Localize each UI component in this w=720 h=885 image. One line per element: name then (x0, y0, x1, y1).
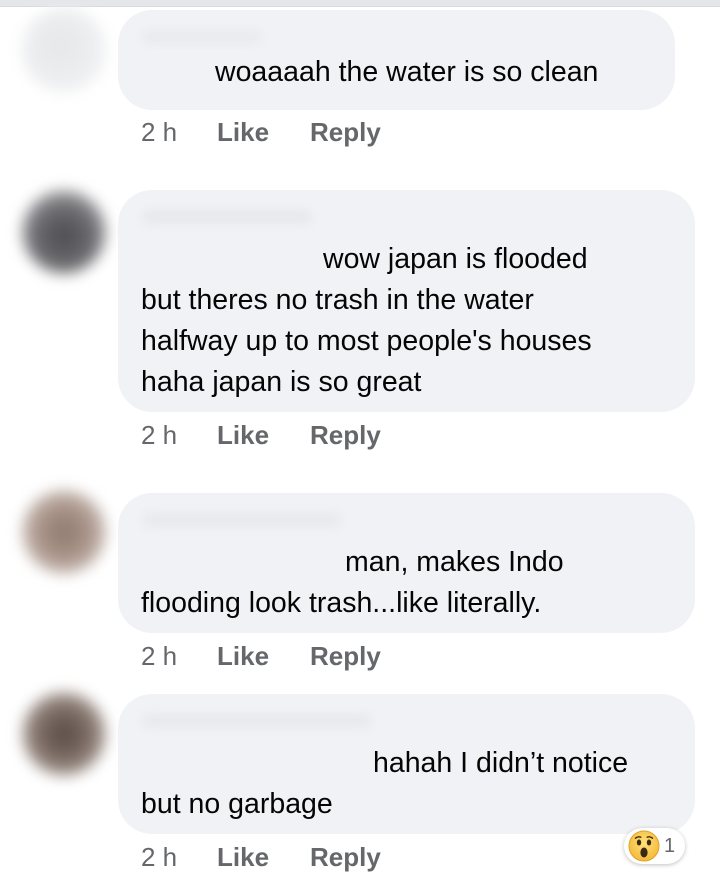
like-button[interactable]: Like (217, 117, 269, 148)
like-button[interactable]: Like (217, 420, 269, 451)
avatar[interactable] (22, 190, 106, 274)
reply-button[interactable]: Reply (310, 117, 381, 148)
comment-timestamp[interactable]: 2 h (141, 842, 177, 873)
comment-timestamp[interactable]: 2 h (141, 420, 177, 451)
comment-text-line: but no garbage (141, 788, 333, 820)
reply-button[interactable]: Reply (310, 842, 381, 873)
comment-timestamp[interactable]: 2 h (141, 641, 177, 672)
avatar[interactable] (22, 490, 106, 574)
like-button[interactable]: Like (217, 842, 269, 873)
reaction-count: 1 (664, 834, 676, 857)
wow-emoji-icon (628, 830, 660, 862)
comment-timestamp[interactable]: 2 h (141, 117, 177, 148)
comment-text-line: wow japan is flooded (323, 243, 588, 275)
commenter-name[interactable] (142, 714, 372, 728)
avatar[interactable] (22, 8, 106, 92)
reply-button[interactable]: Reply (310, 641, 381, 672)
comment-bubble: wow japan is flooded but theres no trash… (118, 190, 695, 412)
comment-text-line: hahah I didn’t notice (373, 747, 629, 779)
comment-bubble: man, makes Indo flooding look trash...li… (118, 493, 695, 633)
top-divider (0, 0, 720, 7)
comment-text-line: but theres no trash in the water (141, 284, 534, 316)
avatar[interactable] (22, 692, 106, 776)
commenter-name[interactable] (142, 210, 312, 224)
like-button[interactable]: Like (217, 641, 269, 672)
comment-bubble: hahah I didn’t notice but no garbage (118, 694, 695, 834)
reaction-summary[interactable]: 1 (624, 828, 686, 864)
comment-text-line: haha japan is so great (141, 366, 422, 398)
commenter-name[interactable] (142, 513, 342, 527)
comment-text-line: man, makes Indo (345, 546, 564, 578)
comment-text-line: flooding look trash...like literally. (141, 587, 542, 619)
comment-text-line: woaaaah the water is so clean (215, 56, 599, 88)
commenter-name[interactable] (142, 30, 262, 44)
comment-text-line: halfway up to most people's houses (141, 325, 592, 357)
comment-bubble: woaaaah the water is so clean (118, 10, 675, 110)
reply-button[interactable]: Reply (310, 420, 381, 451)
